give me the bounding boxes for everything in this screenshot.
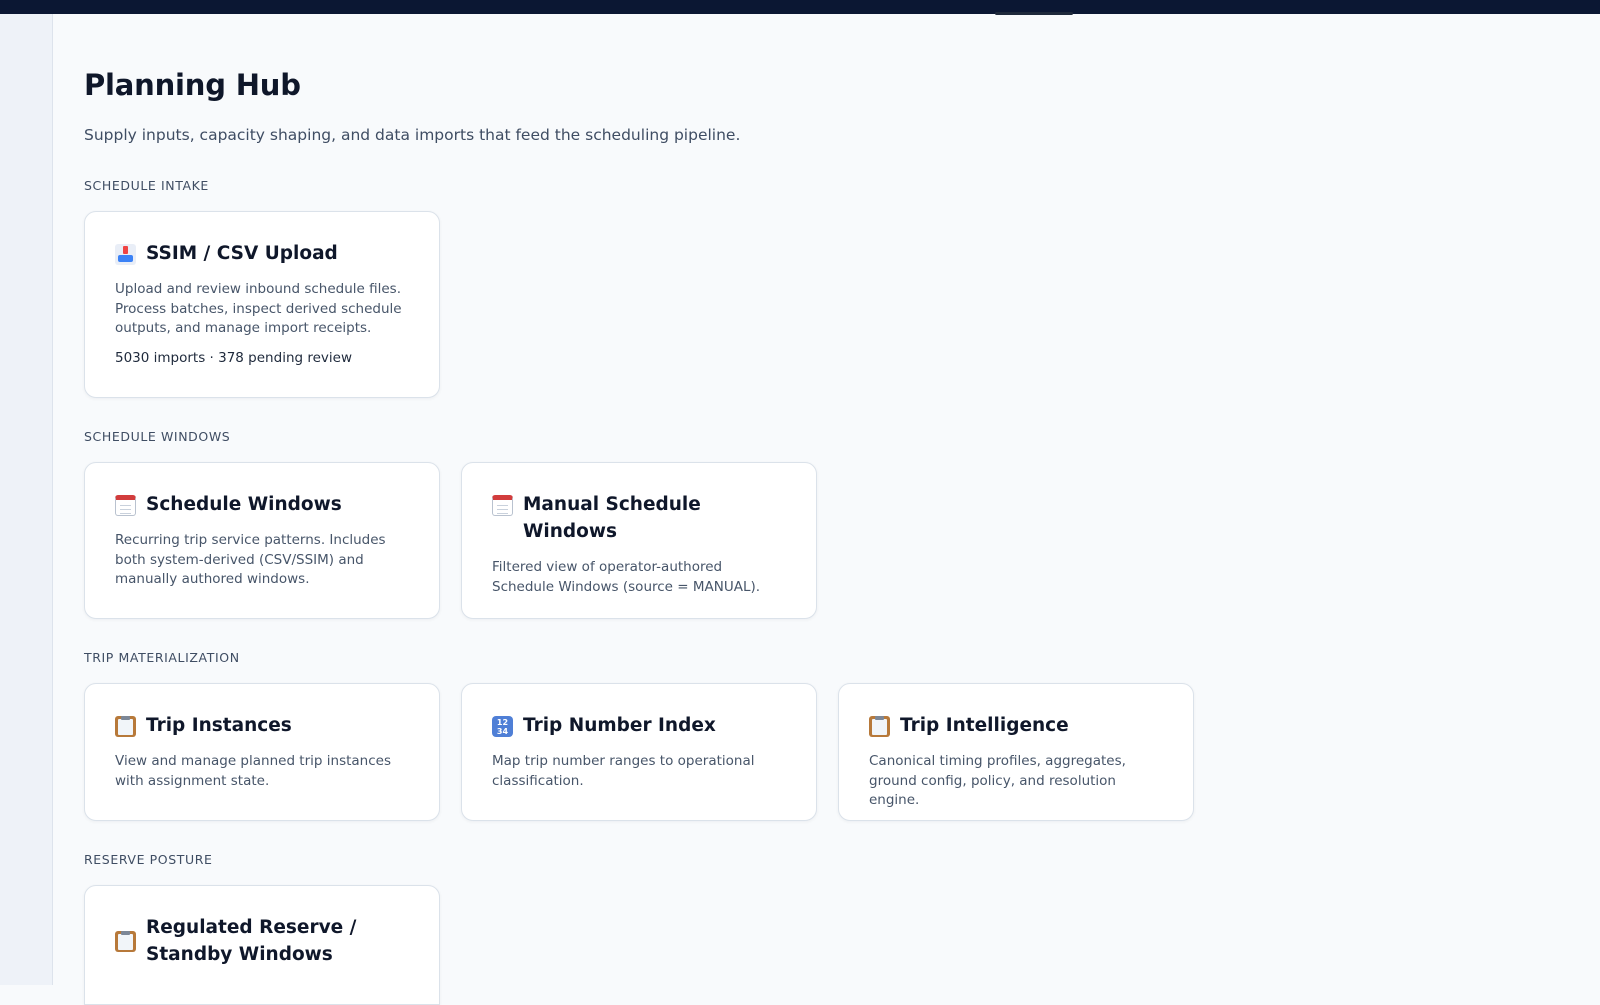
card-title: Trip Number Index [523,715,716,736]
card-description: View and manage planned trip instances w… [115,753,391,789]
clipboard-icon [115,716,136,737]
card-description: Map trip number ranges to operational cl… [492,753,755,789]
page-subtitle: Supply inputs, capacity shaping, and dat… [84,126,741,144]
numbers-icon-top: 12 [496,717,509,727]
card-trip-instances[interactable]: Trip Instances View and manage planned t… [84,683,440,821]
numbers-icon-bottom: 34 [496,726,509,736]
card-title: SSIM / CSV Upload [146,243,338,264]
calendar-icon [115,495,136,516]
clipboard-icon [115,931,136,952]
active-nav-tab-indicator[interactable] [995,12,1073,15]
card-import-stats: 5030 imports · 378 pending review [115,349,353,366]
card-description: Recurring trip service patterns. Include… [115,532,386,587]
section-label-trip-materialization: TRIP MATERIALIZATION [84,650,240,665]
card-manual-schedule-windows[interactable]: Manual Schedule Windows Filtered view of… [461,462,817,619]
clipboard-icon [869,716,890,737]
card-trip-number-index[interactable]: 12 34 Trip Number Index Map trip number … [461,683,817,821]
card-title: Schedule Windows [146,494,342,515]
card-ssim-csv-upload[interactable]: SSIM / CSV Upload Upload and review inbo… [84,211,440,398]
card-schedule-windows[interactable]: Schedule Windows Recurring trip service … [84,462,440,619]
numbers-icon: 12 34 [492,716,513,737]
card-title: Trip Intelligence [900,715,1069,736]
card-title: Manual Schedule Windows [523,494,701,542]
sidebar [0,14,53,985]
page-title: Planning Hub [84,68,301,102]
top-navigation-bar [0,0,1600,15]
card-title: Regulated Reserve / Standby Windows [146,917,357,965]
card-description: Upload and review inbound schedule files… [115,281,402,336]
card-description: Filtered view of operator-authored Sched… [492,559,761,595]
card-regulated-reserve-standby-windows[interactable]: Regulated Reserve / Standby Windows [84,885,440,1005]
card-description: Canonical timing profiles, aggregates, g… [869,753,1126,808]
card-title: Trip Instances [146,715,292,736]
section-label-schedule-intake: SCHEDULE INTAKE [84,178,209,193]
calendar-icon [492,495,513,516]
card-trip-intelligence[interactable]: Trip Intelligence Canonical timing profi… [838,683,1194,821]
inbox-tray-icon [115,244,136,265]
section-label-reserve-posture: RESERVE POSTURE [84,852,213,867]
section-label-schedule-windows: SCHEDULE WINDOWS [84,429,231,444]
